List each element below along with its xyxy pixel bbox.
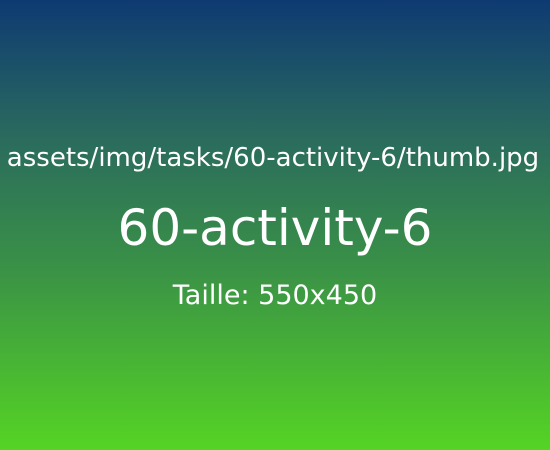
image-path-text: assets/img/tasks/60-activity-6/thumb.jpg	[0, 138, 550, 178]
image-path-label: assets/img/tasks/60-activity-6/thumb.jpg	[6, 143, 540, 173]
activity-title: 60-activity-6	[117, 199, 433, 257]
image-size-label: Taille: 550x450	[172, 280, 378, 311]
placeholder-thumbnail: assets/img/tasks/60-activity-6/thumb.jpg…	[0, 0, 550, 450]
